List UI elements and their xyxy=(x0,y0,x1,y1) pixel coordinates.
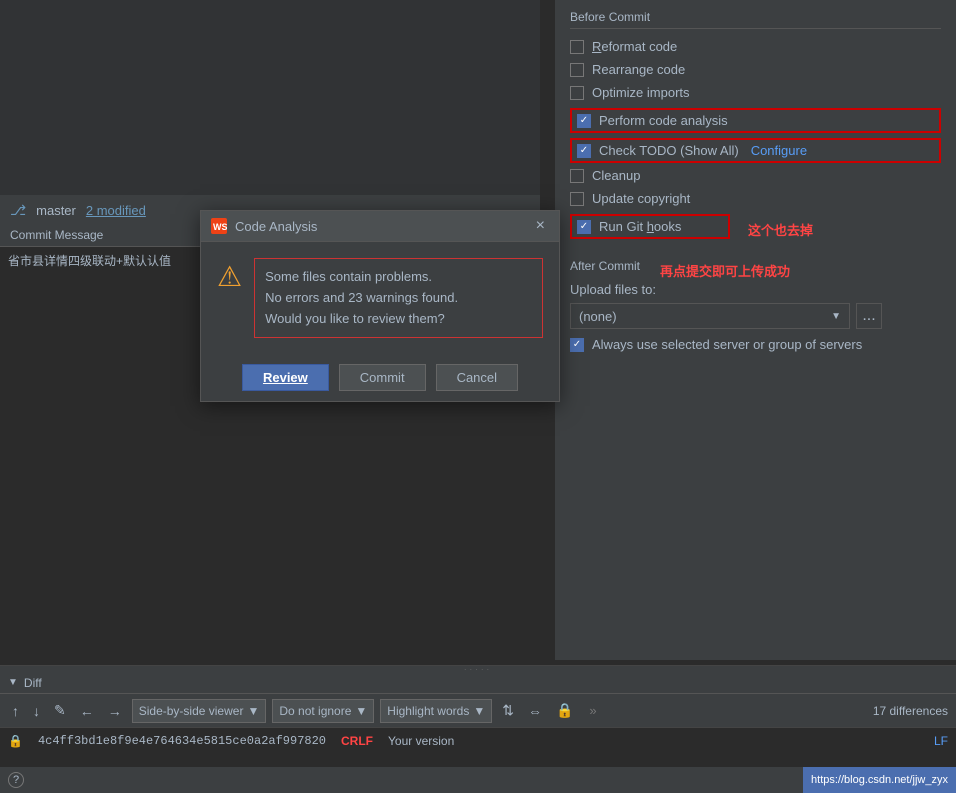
diff-separator: » xyxy=(589,703,596,718)
help-icon-label: ? xyxy=(13,774,19,786)
checkbox-run-git-hooks[interactable] xyxy=(577,220,591,234)
resize-dots: ····· xyxy=(464,665,492,674)
right-panel: Before Commit Reformat code Rearrange co… xyxy=(555,0,956,660)
checkbox-row-run-git-hooks: Run Git hooks xyxy=(570,214,730,239)
dialog-body: ⚠ Some files contain problems. No errors… xyxy=(201,242,559,354)
highlight-dropdown-arrow: ▼ xyxy=(473,704,485,718)
checkbox-row-update-copyright: Update copyright xyxy=(570,191,941,206)
scroll-down-button[interactable]: ↓ xyxy=(29,701,44,721)
url-overlay: https://blog.csdn.net/jjw_zyx xyxy=(803,767,956,793)
checkbox-reformat[interactable] xyxy=(570,40,584,54)
dialog-message-line3: Would you like to review them? xyxy=(265,309,532,330)
label-optimize: Optimize imports xyxy=(592,85,690,100)
ignore-dropdown-label: Do not ignore xyxy=(279,704,351,718)
modified-badge[interactable]: 2 modified xyxy=(86,203,146,218)
checkbox-row-optimize: Optimize imports xyxy=(570,85,941,100)
highlight-dropdown[interactable]: Highlight words ▼ xyxy=(380,699,492,723)
checkbox-row-check-todo: Check TODO (Show All) Configure xyxy=(570,138,941,163)
ignore-dropdown[interactable]: Do not ignore ▼ xyxy=(272,699,374,723)
checkbox-code-analysis[interactable] xyxy=(577,114,591,128)
dialog-message: Some files contain problems. No errors a… xyxy=(265,267,532,329)
dialog-title: Code Analysis xyxy=(235,219,317,234)
main-area: ⎇ master 2 modified Commit Message 省市县详情… xyxy=(0,0,956,793)
nav-forward-button[interactable]: → xyxy=(104,701,126,721)
checkbox-row-code-analysis: Perform code analysis xyxy=(570,108,941,133)
label-reformat: Reformat code xyxy=(592,39,677,54)
dialog-title-row: WS Code Analysis xyxy=(211,218,317,234)
lf-badge: LF xyxy=(934,734,948,748)
checkbox-update-copyright[interactable] xyxy=(570,192,584,206)
annotation-after-commit: 再点提交即可上传成功 xyxy=(660,261,790,280)
upload-dropdown[interactable]: (none) ▼ xyxy=(570,303,850,329)
label-check-todo: Check TODO (Show All) xyxy=(599,143,739,158)
checkbox-always-use[interactable] xyxy=(570,338,584,352)
ignore-dropdown-arrow: ▼ xyxy=(355,704,367,718)
label-update-copyright: Update copyright xyxy=(592,191,690,206)
dialog-content-box: Some files contain problems. No errors a… xyxy=(254,258,543,338)
viewer-dropdown[interactable]: Side-by-side viewer ▼ xyxy=(132,699,267,723)
file-lock-icon: 🔒 xyxy=(8,734,23,748)
dialog-footer: Review Commit Cancel xyxy=(201,354,559,401)
url-text: https://blog.csdn.net/jjw_zyx xyxy=(811,774,948,786)
side-by-side-icon-button[interactable]: ⇔ xyxy=(524,701,546,721)
cancel-button[interactable]: Cancel xyxy=(436,364,518,391)
label-code-analysis: Perform code analysis xyxy=(599,113,728,128)
checkbox-row-reformat: Reformat code xyxy=(570,39,941,54)
file-hash: 4c4ff3bd1e8f9e4e764634e5815ce0a2af997820 xyxy=(38,734,326,748)
checkbox-optimize[interactable] xyxy=(570,86,584,100)
upload-label: Upload files to: xyxy=(570,282,941,297)
configure-link[interactable]: Configure xyxy=(751,143,807,158)
highlight-dropdown-label: Highlight words xyxy=(387,704,469,718)
annotation-git-hooks: 这个也去掉 xyxy=(748,220,813,239)
bottom-bar: ? https://blog.csdn.net/jjw_zyx xyxy=(0,767,956,793)
after-commit-title: After Commit xyxy=(570,259,640,277)
diff-header: ▼ Diff xyxy=(0,672,956,694)
viewer-dropdown-arrow: ▼ xyxy=(247,704,259,718)
diff-toolbar: ↑ ↓ ✎ ← → Side-by-side viewer ▼ Do not i… xyxy=(0,694,956,728)
branch-name: master xyxy=(36,203,76,218)
dropdown-row: (none) ▼ ... xyxy=(570,303,941,329)
edit-button[interactable]: ✎ xyxy=(50,700,70,721)
checkbox-row-rearrange: Rearrange code xyxy=(570,62,941,77)
more-button[interactable]: ... xyxy=(856,303,882,329)
label-rearrange: Rearrange code xyxy=(592,62,685,77)
viewer-dropdown-label: Side-by-side viewer xyxy=(139,704,244,718)
diff-title: Diff xyxy=(24,676,42,690)
after-commit-section: After Commit 再点提交即可上传成功 Upload files to:… xyxy=(570,259,941,352)
file-info-bar: 🔒 4c4ff3bd1e8f9e4e764634e5815ce0a2af9978… xyxy=(0,728,956,754)
differences-count-label: 17 differences xyxy=(873,704,948,718)
scroll-up-button[interactable]: ↑ xyxy=(8,701,23,721)
code-analysis-dialog: WS Code Analysis × ⚠ Some files contain … xyxy=(200,210,560,402)
checkbox-rearrange[interactable] xyxy=(570,63,584,77)
checkbox-check-todo[interactable] xyxy=(577,144,591,158)
differences-count: 17 differences xyxy=(873,704,948,718)
dropdown-arrow-icon: ▼ xyxy=(831,311,841,322)
always-use-row: Always use selected server or group of s… xyxy=(570,337,941,352)
svg-text:WS: WS xyxy=(213,222,227,232)
review-button[interactable]: Review xyxy=(242,364,329,391)
dialog-close-button[interactable]: × xyxy=(532,217,549,235)
label-always-use: Always use selected server or group of s… xyxy=(592,337,862,352)
label-run-git-hooks: Run Git hooks xyxy=(599,219,681,234)
commit-button[interactable]: Commit xyxy=(339,364,426,391)
lock-icon-button[interactable]: 🔒 xyxy=(552,700,577,721)
branch-icon: ⎇ xyxy=(10,202,26,219)
checkbox-row-cleanup: Cleanup xyxy=(570,168,941,183)
crlf-badge: CRLF xyxy=(341,734,373,748)
your-version-label: Your version xyxy=(388,734,454,748)
swap-icon-button[interactable]: ⇅ xyxy=(498,700,518,721)
dialog-message-line1: Some files contain problems. xyxy=(265,267,532,288)
help-button[interactable]: ? xyxy=(8,772,24,788)
label-cleanup: Cleanup xyxy=(592,168,640,183)
warning-icon: ⚠ xyxy=(217,260,242,338)
nav-back-button[interactable]: ← xyxy=(76,701,98,721)
ws-icon: WS xyxy=(211,218,227,234)
commit-message-text: 省市县详情四级联动+默认认值 xyxy=(8,254,171,268)
before-commit-title: Before Commit xyxy=(570,10,941,29)
dropdown-value: (none) xyxy=(579,309,617,324)
dialog-message-line2: No errors and 23 warnings found. xyxy=(265,288,532,309)
dialog-header: WS Code Analysis × xyxy=(201,211,559,242)
checkbox-cleanup[interactable] xyxy=(570,169,584,183)
diff-triangle-icon: ▼ xyxy=(8,677,18,688)
